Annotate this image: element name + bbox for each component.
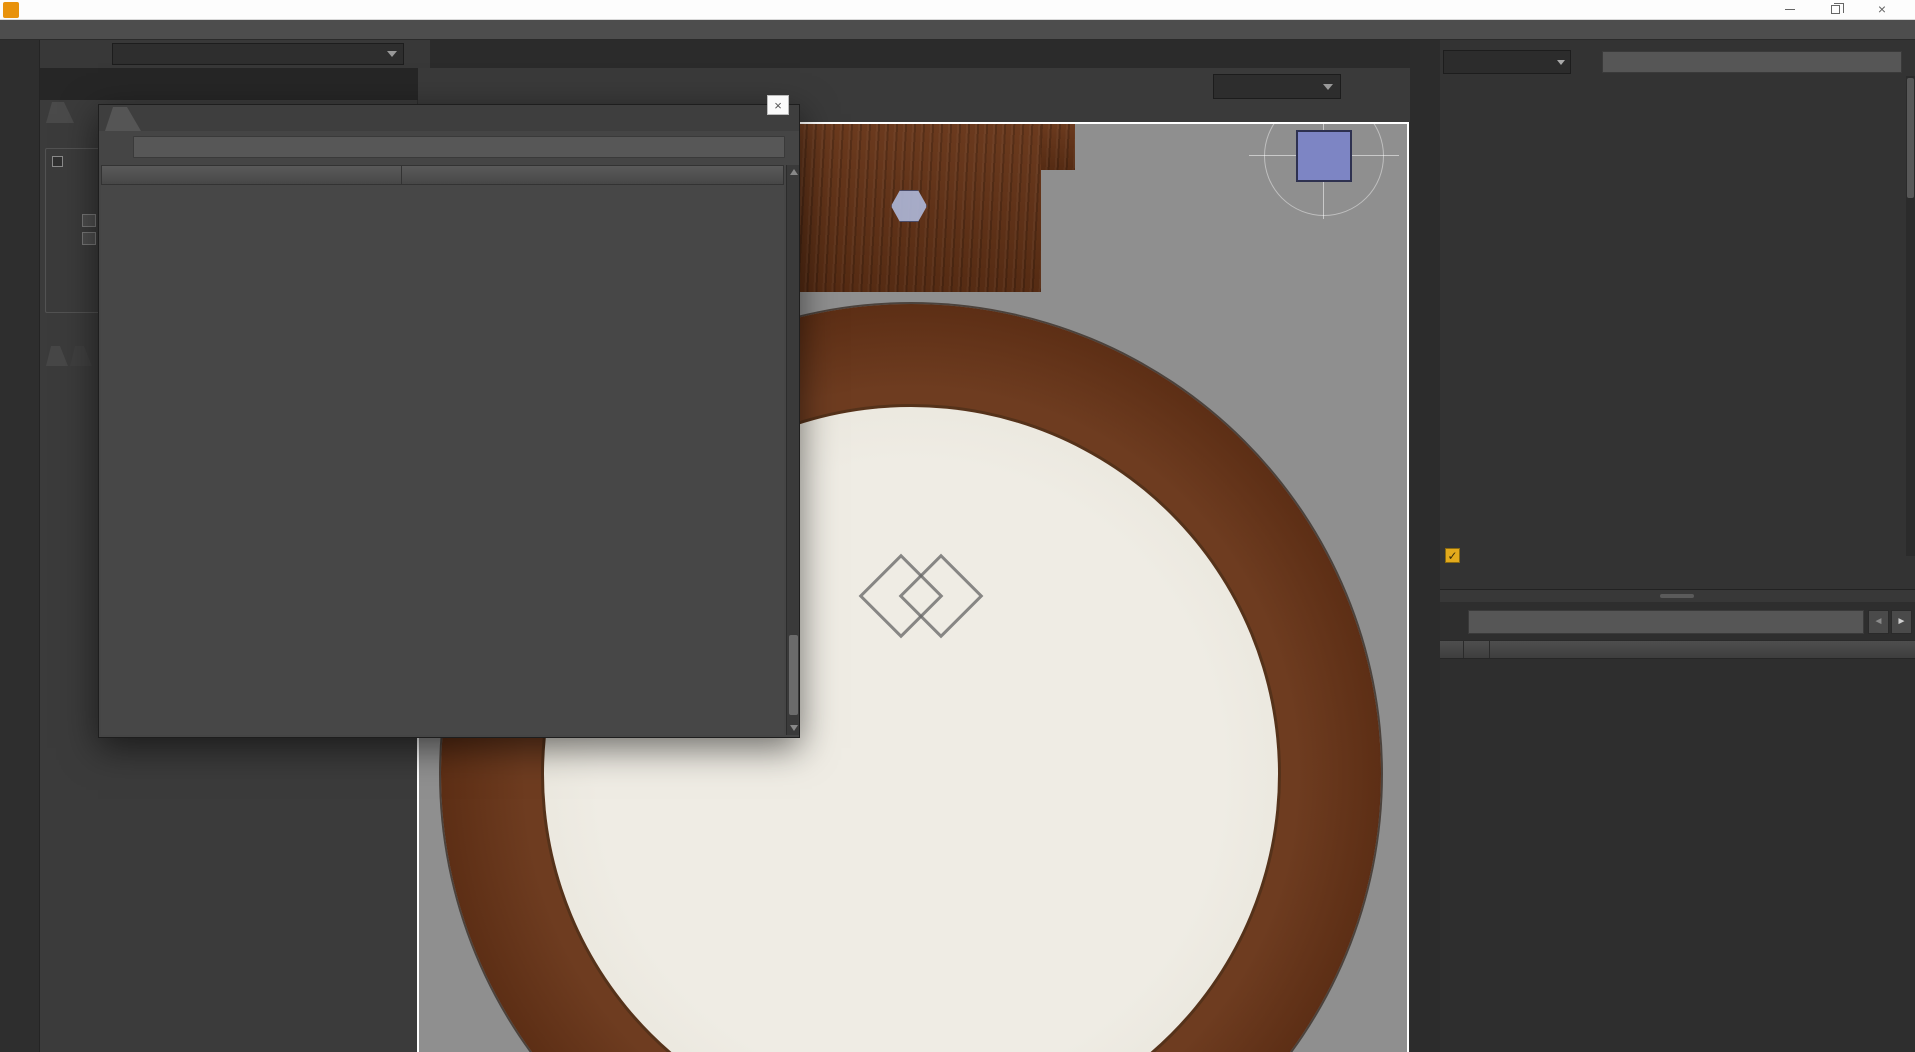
map-tabs	[46, 346, 94, 369]
dialog-close-button[interactable]: ×	[767, 95, 789, 115]
scrollbar-thumb[interactable]	[789, 635, 798, 715]
dialog-column-headers[interactable]	[101, 165, 784, 185]
maximize-button[interactable]	[1815, 0, 1855, 20]
mask-button-1[interactable]	[82, 214, 96, 227]
parameters-filter-input[interactable]	[1602, 51, 1902, 73]
property-hierarchy-dialog: ×	[98, 95, 800, 738]
property-tree	[101, 185, 784, 735]
column-node-figure	[402, 166, 408, 184]
right-dock-tabs	[1410, 40, 1440, 1052]
parameters-panel: ✓	[1440, 40, 1915, 590]
scroll-up-icon[interactable]	[790, 169, 798, 175]
scene-next-button[interactable]: ►	[1891, 610, 1912, 634]
scene-prev-button[interactable]: ◄	[1868, 610, 1889, 634]
column-node-property	[102, 166, 402, 184]
scene-column-headers[interactable]	[1440, 640, 1915, 659]
parameters-scrollbar[interactable]	[1906, 76, 1915, 556]
chevron-down-icon	[1557, 59, 1565, 65]
dialog-title	[105, 107, 141, 131]
node-scope-dropdown[interactable]	[1443, 50, 1571, 74]
tool-options-toolbar	[40, 68, 432, 100]
column-node	[1490, 641, 1498, 658]
view-selector-dropdown[interactable]	[1213, 74, 1341, 99]
scene-filter-input[interactable]	[1468, 610, 1864, 634]
menu-bar	[0, 20, 1915, 40]
left-toolbar	[0, 40, 40, 1052]
tab-p[interactable]	[70, 346, 92, 366]
tab-map[interactable]	[46, 346, 68, 366]
draw-style-icon[interactable]	[1176, 72, 1206, 102]
chevron-down-icon	[1323, 83, 1333, 90]
mask-button-2[interactable]	[82, 232, 96, 245]
view-cube[interactable]	[1296, 130, 1352, 182]
chevron-down-icon	[387, 51, 397, 57]
dialog-filter-row	[99, 131, 799, 163]
close-button[interactable]: ×	[1862, 0, 1902, 20]
active-tool-dropdown[interactable]	[112, 43, 404, 65]
tab-general[interactable]	[46, 102, 74, 123]
panel-splitter[interactable]	[1440, 590, 1915, 602]
dialog-filter-input[interactable]	[133, 136, 785, 158]
column-selectability	[1464, 641, 1490, 658]
scroll-down-icon[interactable]	[790, 725, 798, 731]
scrollbar-thumb[interactable]	[1907, 78, 1914, 198]
title-bar: ×	[0, 0, 1915, 20]
dialog-scrollbar[interactable]	[786, 165, 799, 735]
dialog-title-row[interactable]	[99, 105, 799, 131]
document-tabstrip	[430, 40, 1410, 68]
show-sub-items-checkbox[interactable]: ✓	[1445, 548, 1467, 563]
app-logo	[3, 2, 19, 18]
column-visibility	[1440, 641, 1464, 658]
checkbox-check-icon: ✓	[1445, 548, 1460, 563]
minimize-button[interactable]	[1770, 0, 1810, 20]
use-checkbox[interactable]	[52, 156, 63, 170]
scene-panel: ◄ ►	[1440, 602, 1915, 1052]
